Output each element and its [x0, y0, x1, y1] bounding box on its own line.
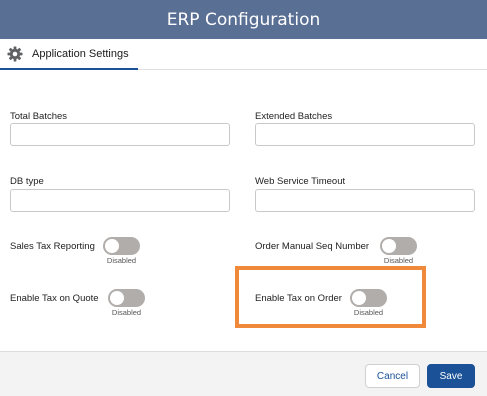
sales-tax-reporting-toggle-group: Disabled	[103, 237, 140, 265]
extended-batches-input[interactable]	[255, 123, 475, 146]
sales-tax-reporting-status: Disabled	[106, 256, 137, 265]
modal-header: ERP Configuration	[0, 0, 487, 39]
enable-tax-on-quote-status: Disabled	[111, 308, 142, 317]
tab-label: Application Settings	[32, 47, 129, 60]
web-service-timeout-label: Web Service Timeout	[255, 176, 346, 187]
db-type-input[interactable]	[10, 189, 230, 212]
sales-tax-reporting-toggle[interactable]	[103, 237, 140, 255]
highlight-box	[235, 266, 426, 328]
enable-tax-on-quote-toggle[interactable]	[108, 289, 145, 307]
tab-application-settings[interactable]: Application Settings	[0, 39, 138, 70]
order-manual-seq-number-label: Order Manual Seq Number	[255, 241, 370, 252]
toggle-knob	[105, 239, 119, 253]
tab-bar: Application Settings	[0, 39, 487, 70]
extended-batches-label: Extended Batches	[255, 111, 333, 122]
sales-tax-reporting-label: Sales Tax Reporting	[10, 241, 95, 252]
web-service-timeout-input[interactable]	[255, 189, 475, 212]
total-batches-label: Total Batches	[10, 111, 68, 122]
cancel-button[interactable]: Cancel	[365, 364, 420, 388]
order-manual-seq-number-toggle[interactable]	[380, 237, 417, 255]
enable-tax-on-quote-toggle-group: Disabled	[108, 289, 145, 317]
toggle-knob	[110, 291, 124, 305]
total-batches-input[interactable]	[10, 123, 230, 146]
gear-icon	[7, 46, 23, 62]
toggle-knob	[382, 239, 396, 253]
save-button[interactable]: Save	[427, 364, 475, 388]
enable-tax-on-quote-label: Enable Tax on Quote	[10, 293, 99, 304]
db-type-label: DB type	[10, 176, 44, 187]
modal-title: ERP Configuration	[166, 9, 321, 30]
modal-footer: Cancel Save	[0, 351, 487, 396]
order-manual-seq-number-status: Disabled	[383, 256, 414, 265]
order-manual-seq-number-toggle-group: Disabled	[380, 237, 417, 265]
